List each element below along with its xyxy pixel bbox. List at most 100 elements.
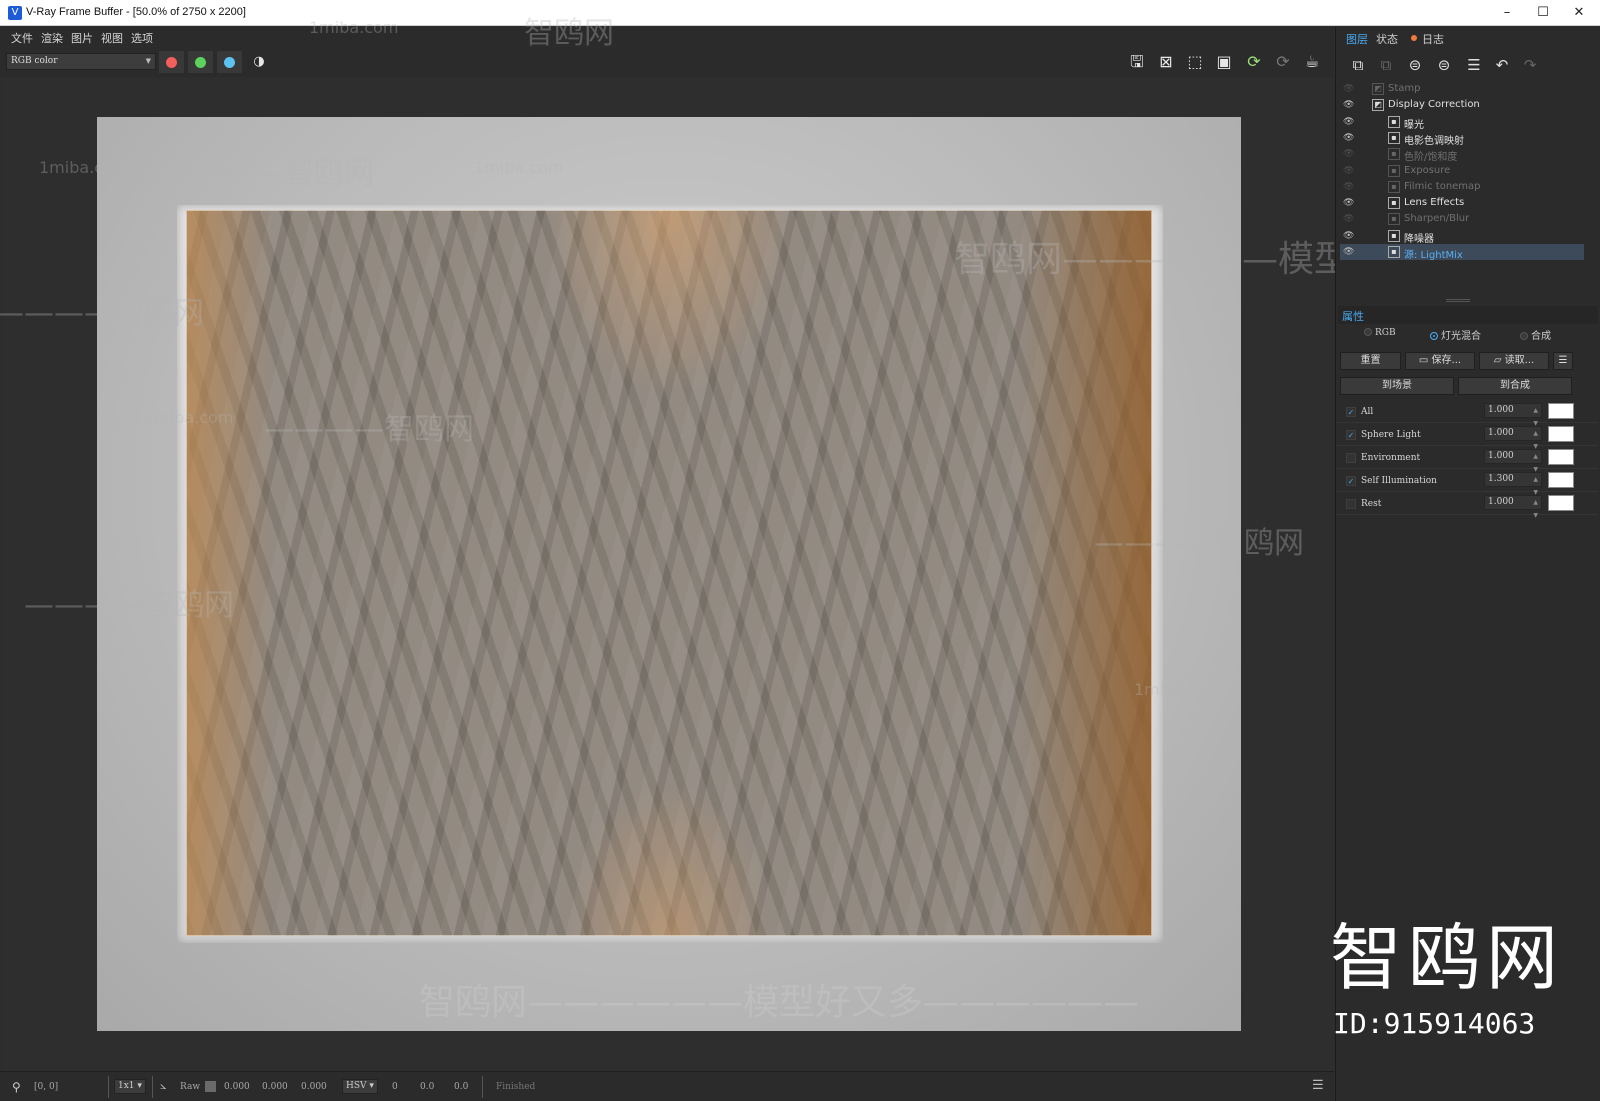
lightmix-multiplier-input[interactable]: 1.000 ▲ ▼ [1484, 495, 1542, 519]
layer-item[interactable]: 👁 ▪ Sharpen/Blur [1340, 211, 1584, 227]
menu-render[interactable]: 渲染 [41, 30, 63, 46]
lightmix-row: ✓ All 1.000 ▲ ▼ [1336, 401, 1598, 427]
lightmix-row: Environment 1.000 ▲ ▼ [1336, 447, 1598, 473]
zoom-value: 1x1 [118, 1081, 135, 1091]
clear-image-icon[interactable]: ⊠ [1155, 52, 1177, 72]
layer-item[interactable]: 👁 ▪ Lens Effects [1340, 195, 1584, 211]
eye-icon[interactable]: 👁 [1343, 149, 1354, 159]
lightmix-multiplier-input[interactable]: 1.300 ▲ ▼ [1484, 472, 1542, 496]
spinner-icon[interactable]: ▲ ▼ [1533, 496, 1538, 522]
layer-type-icon: ▪ [1388, 213, 1400, 226]
eye-icon[interactable]: 👁 [1343, 247, 1354, 257]
layer-item[interactable]: 👁 ▪ Exposure [1340, 163, 1584, 179]
log-alert-dot-icon [1411, 35, 1417, 41]
lightmix-multiplier-input[interactable]: 1.000 ▲ ▼ [1484, 449, 1542, 473]
interactive-render-icon[interactable]: ⟳ [1243, 52, 1265, 72]
tab-log[interactable]: 日志 [1422, 31, 1444, 47]
mode-rgb-label: RGB [1375, 328, 1396, 338]
color-picker-icon[interactable]: ⦣ [160, 1079, 166, 1093]
eye-icon[interactable]: 👁 [1343, 100, 1354, 110]
menu-image[interactable]: 图片 [71, 30, 93, 46]
watermark-brand: ————智鸥网 [264, 412, 474, 447]
zoom-select[interactable]: 1x1 ▾ [114, 1079, 146, 1094]
hsv-value-h: 0 [392, 1082, 398, 1092]
eye-icon[interactable]: 👁 [1343, 117, 1354, 127]
redo-icon[interactable]: ↷ [1518, 53, 1542, 77]
delete-layer-icon[interactable]: ⧉ [1374, 53, 1398, 77]
layer-item[interactable]: 👁 ◩ Stamp [1340, 81, 1584, 97]
to-scene-button[interactable]: 到场景 [1340, 377, 1454, 395]
lightmix-checkbox[interactable] [1346, 499, 1356, 509]
layer-item[interactable]: 👁 ▪ 降噪器 [1340, 228, 1584, 245]
menu-file[interactable]: 文件 [11, 30, 33, 46]
pin-icon[interactable]: ⚲ [12, 1080, 21, 1094]
lightmix-color-swatch[interactable] [1548, 495, 1574, 511]
lightmix-multiplier-input[interactable]: 1.000 ▲ ▼ [1484, 403, 1542, 427]
lightmix-checkbox[interactable]: ✓ [1346, 476, 1356, 486]
lightmix-color-swatch[interactable] [1548, 426, 1574, 442]
lightmix-multiplier-input[interactable]: 1.000 ▲ ▼ [1484, 426, 1542, 450]
tab-layers[interactable]: 图层 [1346, 31, 1368, 47]
lightmix-checkbox[interactable]: ✓ [1346, 407, 1356, 417]
eye-icon[interactable]: 👁 [1343, 84, 1354, 94]
render-viewport[interactable]: 1miba.com 智鸥网 1miba.com ————智鸥网 1miba.co… [0, 16, 1600, 1071]
layer-item[interactable]: 👁 ▪ 曝光 [1340, 114, 1584, 131]
render-stop-icon[interactable]: ⟳ [1272, 52, 1294, 72]
maximize-button[interactable]: ☐ [1524, 0, 1562, 26]
to-composite-button[interactable]: 到合成 [1458, 377, 1572, 395]
layer-item[interactable]: 👁 ▪ Filmic tonemap [1340, 179, 1584, 195]
reset-button[interactable]: 重置 [1340, 352, 1401, 370]
render-teapot-icon[interactable]: ☕ [1301, 52, 1323, 72]
load-button[interactable]: ▱ 读取... [1479, 352, 1549, 370]
save-image-icon[interactable]: 🖫 [1126, 52, 1148, 72]
lightmix-checkbox[interactable] [1346, 453, 1356, 463]
watermark-brand: ————智鸥网 [0, 296, 204, 331]
mode-composite-radio[interactable]: 合成 [1520, 327, 1551, 342]
green-channel-button[interactable] [188, 51, 213, 73]
red-channel-button[interactable] [159, 51, 184, 73]
watermark-brand: ————智鸥网 [164, 156, 374, 191]
lightmix-color-swatch[interactable] [1548, 449, 1574, 465]
menu-view[interactable]: 视图 [101, 30, 123, 46]
layer-item[interactable]: 👁 ▪ 源: LightMix [1340, 244, 1584, 261]
blue-channel-button[interactable] [217, 51, 242, 73]
close-button[interactable]: ✕ [1560, 0, 1598, 26]
console-icon[interactable]: ☰ [1312, 1078, 1324, 1093]
panel-tabs: 图层 状态 日志 [1336, 27, 1600, 49]
lightmix-row: ✓ Self Illumination 1.300 ▲ ▼ [1336, 470, 1598, 496]
eye-icon[interactable]: 👁 [1343, 166, 1354, 176]
eye-icon[interactable]: 👁 [1343, 214, 1354, 224]
mode-rgb-radio[interactable]: RGB [1364, 327, 1396, 338]
channel-select[interactable]: RGB color ▼ [6, 53, 156, 70]
eye-icon[interactable]: 👁 [1343, 231, 1354, 241]
lightmix-checkbox[interactable]: ✓ [1346, 430, 1356, 440]
layer-list-icon[interactable]: ☰ [1462, 53, 1486, 77]
layer-item[interactable]: 👁 ▪ 色阶/饱和度 [1340, 146, 1584, 163]
folder-save-icon: ▭ [1418, 355, 1432, 366]
region-render-icon[interactable]: ⬚ [1184, 52, 1206, 72]
mono-channel-icon[interactable]: ◑ [248, 52, 270, 72]
undo-icon[interactable]: ↶ [1490, 53, 1514, 77]
lightmix-color-swatch[interactable] [1548, 403, 1574, 419]
mode-lightmix-radio[interactable]: 灯光混合 [1430, 327, 1481, 342]
radio-dot-selected-icon [1430, 332, 1438, 340]
menu-options[interactable]: 选项 [131, 30, 153, 46]
render-status: Finished [496, 1082, 536, 1092]
minimize-button[interactable]: – [1488, 0, 1526, 26]
color-space-select[interactable]: HSV ▾ [342, 1079, 378, 1094]
layer-item[interactable]: 👁 ◩ Display Correction [1340, 97, 1584, 113]
lightmix-color-swatch[interactable] [1548, 472, 1574, 488]
panel-splitter[interactable] [1446, 299, 1470, 302]
layer-type-icon: ▪ [1388, 180, 1400, 193]
layer-item[interactable]: 👁 ▪ 电影色调映射 [1340, 130, 1584, 147]
load-layers-icon[interactable]: ⊜ [1432, 53, 1456, 77]
lightmix-menu-button[interactable]: ☰ [1553, 352, 1573, 370]
save-layers-icon[interactable]: ⊜ [1403, 53, 1427, 77]
tab-status[interactable]: 状态 [1376, 31, 1398, 47]
save-button[interactable]: ▭ 保存... [1405, 352, 1475, 370]
eye-icon[interactable]: 👁 [1343, 198, 1354, 208]
track-mouse-icon[interactable]: ▣ [1213, 52, 1235, 72]
add-layer-icon[interactable]: ⧉ [1346, 53, 1370, 77]
eye-icon[interactable]: 👁 [1343, 133, 1354, 143]
eye-icon[interactable]: 👁 [1343, 182, 1354, 192]
